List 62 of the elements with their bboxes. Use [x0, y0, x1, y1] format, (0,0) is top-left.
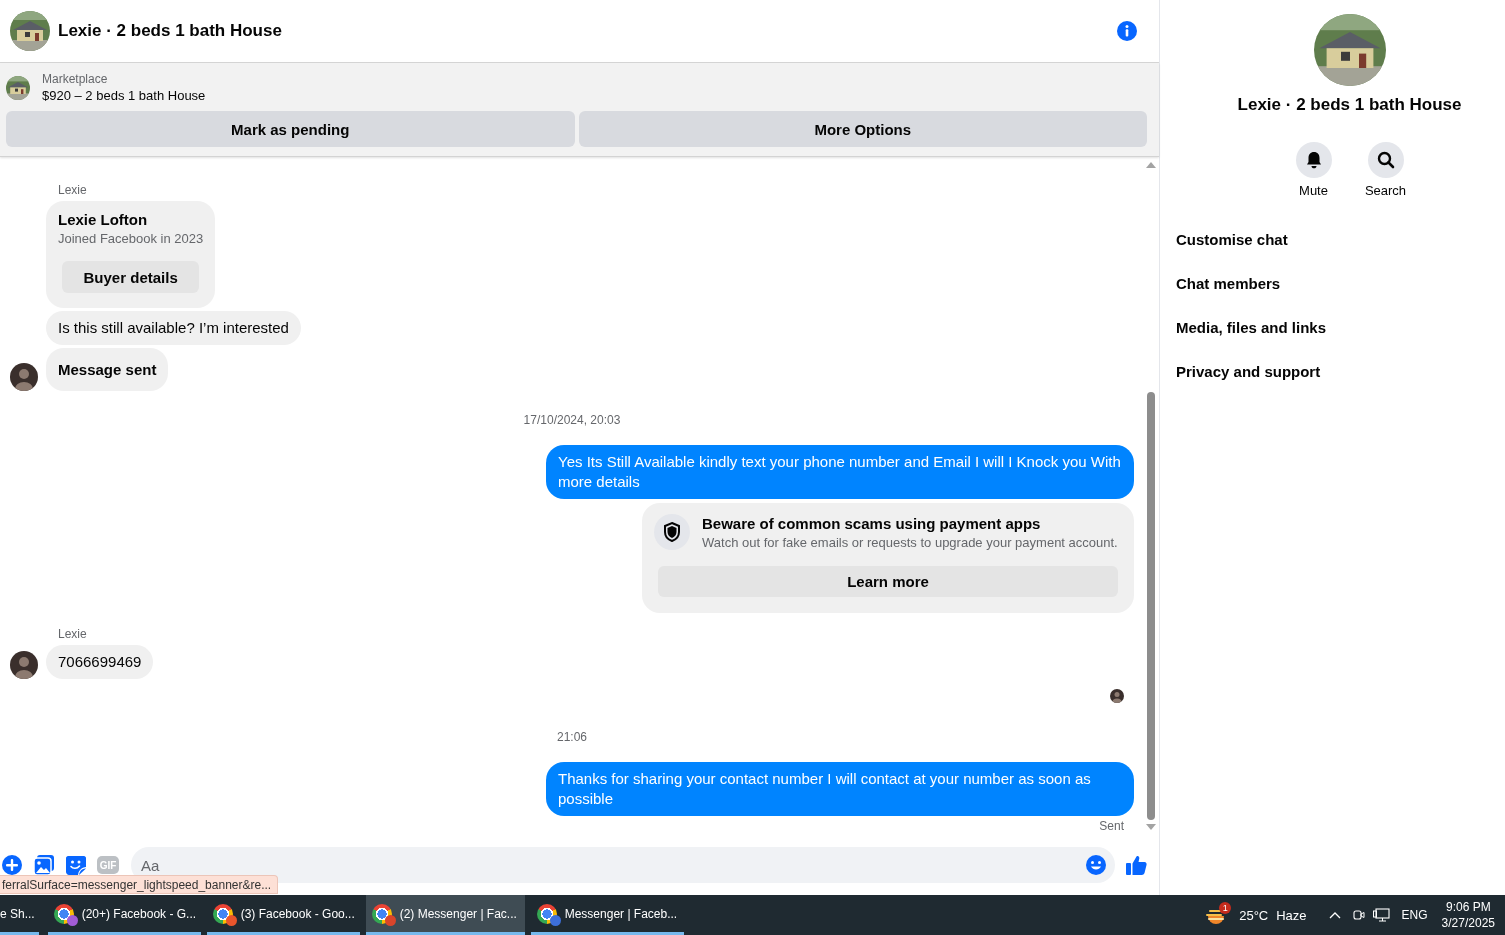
scrollbar-thumb[interactable] [1147, 392, 1155, 820]
taskbar-app[interactable]: (2) Messenger | Fac... [365, 895, 525, 935]
clock-date[interactable]: 3/27/2025 [1441, 915, 1495, 931]
chevron-up-icon[interactable] [1328, 911, 1341, 919]
image-icon[interactable] [33, 854, 55, 876]
listing-summary: $920 – 2 beds 1 bath House [42, 87, 206, 105]
listing-action-button[interactable]: More Options [578, 111, 1147, 147]
learn-more-button[interactable]: Learn more [658, 566, 1118, 597]
message-bubble: Yes Its Still Available kindly text your phone number and Email I will I Knock you With more details [546, 445, 1134, 499]
search-button[interactable]: Search [1355, 142, 1416, 199]
seen-avatar [1110, 689, 1124, 703]
notice-text: Watch out for fake emails or requests to upgrade your payment account. [702, 534, 1118, 552]
menu-item[interactable]: Media, files and links [1176, 305, 1327, 349]
notice-title: Beware of common scams using payment apps [702, 514, 1042, 534]
timestamp: 17/10/2024, 20:03 [523, 412, 621, 428]
weather-condition: Haze [1276, 907, 1307, 923]
bell-icon [1295, 142, 1332, 178]
input-language[interactable]: ENG [1401, 908, 1428, 922]
monitor-icon[interactable] [1372, 908, 1390, 922]
search-icon [1367, 142, 1404, 178]
listing-source: Marketplace [42, 71, 109, 87]
joined-text: Joined Facebook in 2023 [58, 230, 204, 248]
message-bubble: 7066699469 [46, 645, 154, 679]
mute-button[interactable]: Mute [1283, 142, 1344, 199]
sticker-icon[interactable] [65, 854, 87, 876]
listing-action-button[interactable]: Mark as pending [6, 111, 575, 147]
add-icon[interactable] [1, 854, 23, 876]
message-bubble: Thanks for sharing your contact number I will contact at your number as soon as possible [546, 762, 1134, 816]
browser-icon [536, 903, 557, 924]
thumbs-up-icon[interactable] [1125, 854, 1147, 876]
sender-name: Lexie [58, 626, 87, 642]
message-bubble: Message sent [46, 348, 169, 391]
buyer-name: Lexie Lofton [58, 210, 149, 230]
browser-icon [53, 903, 74, 924]
taskbar-app[interactable]: e Sh... [0, 895, 39, 935]
menu-item[interactable]: Customise chat [1176, 217, 1288, 261]
browser-icon [371, 903, 392, 924]
link-url-tooltip: ferralSurface=messenger_lightspeed_banner&re... [0, 875, 279, 894]
emoji-icon[interactable] [1085, 854, 1107, 876]
buyer-details-button[interactable]: Buyer details [62, 261, 200, 293]
sender-name: Lexie [58, 182, 87, 198]
scroll-down-icon[interactable] [1146, 824, 1156, 830]
menu-item[interactable]: Chat members [1176, 261, 1281, 305]
notification-badge: 1 [1219, 902, 1232, 914]
clock-time[interactable]: 9:06 PM [1445, 899, 1491, 915]
temperature: 25°C [1239, 907, 1269, 923]
taskbar-app[interactable]: (3) Facebook - Goo... [206, 895, 360, 935]
camera-icon[interactable] [1352, 908, 1365, 922]
listing-photo [10, 11, 50, 51]
taskbar-app[interactable]: (20+) Facebook - G... [47, 895, 201, 935]
shield-icon [654, 514, 690, 550]
listing-photo [6, 76, 30, 100]
delivery-status: Sent [1099, 818, 1124, 834]
info-icon[interactable] [1117, 21, 1137, 41]
menu-item[interactable]: Privacy and support [1176, 349, 1321, 393]
scroll-up-icon[interactable] [1146, 162, 1156, 168]
timestamp: 21:06 [557, 729, 587, 745]
message-bubble: Is this still available? I’m interested [46, 311, 301, 345]
chat-title: Lexie · 2 beds 1 bath House [58, 21, 283, 41]
chat-name: Lexie · 2 beds 1 bath House [1237, 94, 1462, 116]
taskbar-app[interactable]: Messenger | Faceb... [530, 895, 684, 935]
browser-icon [212, 903, 233, 924]
